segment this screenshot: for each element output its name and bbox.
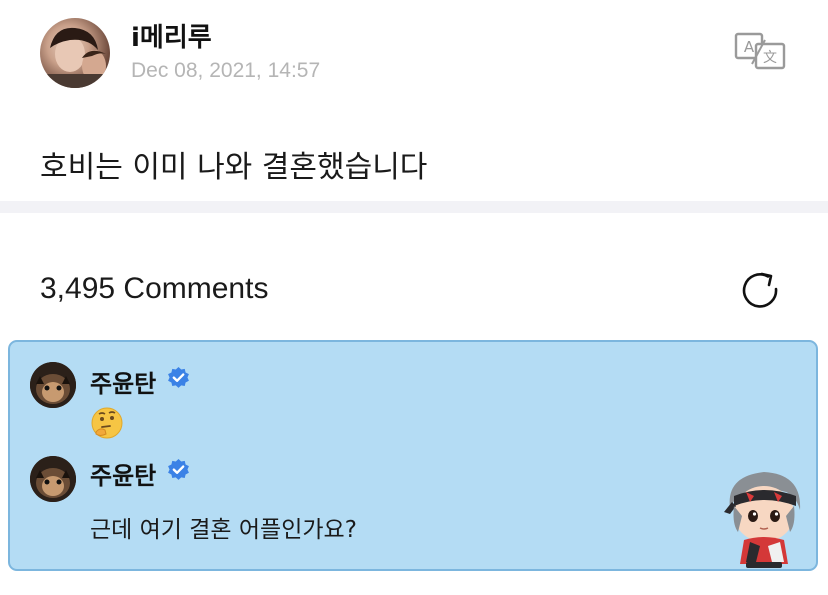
verified-badge-icon — [166, 458, 191, 483]
comments-count: 3,495 Comments — [40, 272, 269, 305]
verified-badge-icon — [166, 366, 191, 391]
commenter-name[interactable]: 주윤탄 — [90, 364, 156, 399]
commenter-name[interactable]: 주윤탄 — [90, 456, 156, 491]
section-divider — [0, 201, 828, 213]
thinking-face-icon — [90, 406, 124, 440]
character-sticker — [716, 466, 812, 570]
svg-text:A: A — [744, 38, 755, 56]
svg-text:文: 文 — [763, 50, 777, 66]
post-timestamp: Dec 08, 2021, 14:57 — [131, 59, 321, 82]
post-header: i메리루 Dec 08, 2021, 14:57 A 文 — [0, 0, 828, 110]
comment-text: 근데 여기 결혼 어플인가요? — [90, 517, 357, 543]
highlighted-comment-thread[interactable]: 주윤탄 주윤탄 근데 여기 결혼 어플인가요? — [8, 340, 818, 571]
post-body-text: 호비는 이미 나와 결혼했습니다 — [40, 150, 428, 185]
commenter-avatar[interactable] — [30, 456, 76, 502]
author-name[interactable]: i메리루 — [131, 17, 212, 54]
refresh-icon[interactable] — [738, 268, 784, 314]
commenter-avatar[interactable] — [30, 362, 76, 408]
author-avatar[interactable] — [40, 18, 110, 88]
translate-icon[interactable]: A 文 — [732, 30, 788, 72]
